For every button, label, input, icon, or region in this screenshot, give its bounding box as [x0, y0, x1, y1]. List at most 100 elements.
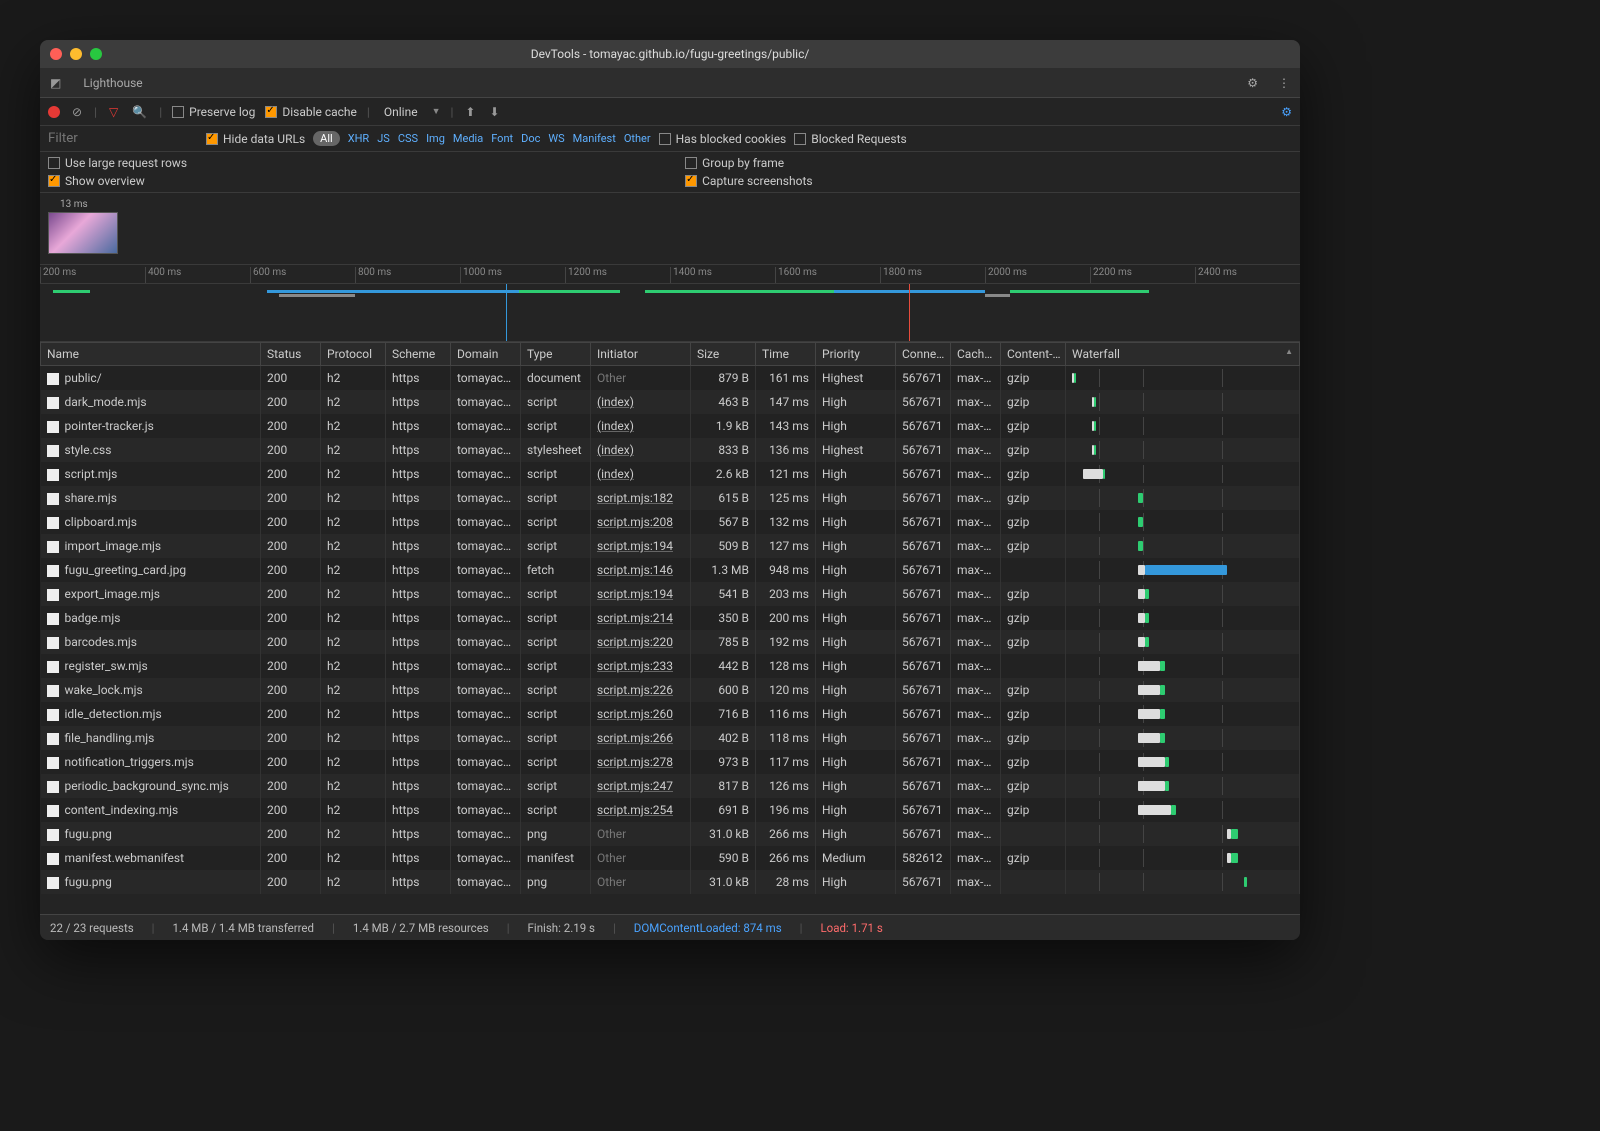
zoom-icon[interactable] — [90, 48, 102, 60]
preserve-log-checkbox[interactable]: Preserve log — [172, 105, 255, 119]
request-table[interactable]: NameStatusProtocolSchemeDomainTypeInitia… — [40, 342, 1300, 914]
col-priority[interactable]: Priority — [816, 343, 896, 366]
file-icon — [47, 637, 59, 649]
ruler-tick: 1800 ms — [880, 267, 985, 283]
col-domain[interactable]: Domain — [451, 343, 521, 366]
status-finish: Finish: 2.19 s — [528, 921, 595, 935]
table-row[interactable]: barcodes.mjs200h2httpstomayac…scriptscri… — [41, 630, 1300, 654]
col-status[interactable]: Status — [261, 343, 321, 366]
table-row[interactable]: public/200h2httpstomayac…documentOther87… — [41, 366, 1300, 391]
table-row[interactable]: pointer-tracker.js200h2httpstomayac…scri… — [41, 414, 1300, 438]
blocked-requests-checkbox[interactable]: Blocked Requests — [794, 132, 906, 146]
table-row[interactable]: clipboard.mjs200h2httpstomayac…scriptscr… — [41, 510, 1300, 534]
has-blocked-cookies-checkbox[interactable]: Has blocked cookies — [659, 132, 787, 146]
col-content[interactable]: Content-… — [1001, 343, 1066, 366]
col-name[interactable]: Name — [41, 343, 261, 366]
timeline-overview[interactable]: 200 ms400 ms600 ms800 ms1000 ms1200 ms14… — [40, 265, 1300, 342]
table-row[interactable]: share.mjs200h2httpstomayac…scriptscript.… — [41, 486, 1300, 510]
filter-type-all[interactable]: All — [313, 131, 340, 146]
table-row[interactable]: notification_triggers.mjs200h2httpstomay… — [41, 750, 1300, 774]
minimize-icon[interactable] — [70, 48, 82, 60]
filter-type-media[interactable]: Media — [453, 132, 483, 145]
table-row[interactable]: export_image.mjs200h2httpstomayac…script… — [41, 582, 1300, 606]
file-icon — [47, 469, 59, 481]
filter-type-css[interactable]: CSS — [398, 132, 418, 145]
filter-type-doc[interactable]: Doc — [521, 132, 540, 145]
ruler-tick: 800 ms — [355, 267, 460, 283]
filter-type-js[interactable]: JS — [377, 132, 390, 145]
traffic-lights — [50, 48, 102, 60]
search-icon[interactable]: 🔍 — [130, 105, 149, 119]
show-overview-checkbox[interactable]: Show overview — [48, 174, 645, 188]
filter-type-other[interactable]: Other — [624, 132, 651, 145]
status-load: Load: 1.71 s — [820, 921, 882, 935]
disable-cache-checkbox[interactable]: Disable cache — [265, 105, 357, 119]
col-cach[interactable]: Cach… — [951, 343, 1001, 366]
file-icon — [47, 829, 59, 841]
ruler-tick: 1400 ms — [670, 267, 775, 283]
hide-data-urls-checkbox[interactable]: Hide data URLs — [206, 132, 305, 146]
col-scheme[interactable]: Scheme — [386, 343, 451, 366]
file-icon — [47, 565, 59, 577]
more-icon[interactable]: ⋮ — [1268, 76, 1300, 90]
filter-type-font[interactable]: Font — [491, 132, 513, 145]
upload-icon[interactable]: ⬆ — [463, 105, 477, 119]
table-row[interactable]: file_handling.mjs200h2httpstomayac…scrip… — [41, 726, 1300, 750]
filter-type-manifest[interactable]: Manifest — [573, 132, 616, 145]
settings-icon[interactable]: ⚙ — [1237, 76, 1268, 90]
screenshot-thumbnail[interactable] — [48, 212, 118, 254]
table-row[interactable]: badge.mjs200h2httpstomayac…scriptscript.… — [41, 606, 1300, 630]
file-icon — [47, 493, 59, 505]
use-large-rows-checkbox[interactable]: Use large request rows — [48, 156, 645, 170]
filter-type-xhr[interactable]: XHR — [348, 132, 370, 145]
filter-type-ws[interactable]: WS — [548, 132, 564, 145]
clear-icon[interactable]: ⊘ — [70, 105, 84, 119]
record-icon[interactable] — [48, 106, 60, 118]
filter-type-img[interactable]: Img — [426, 132, 445, 145]
table-row[interactable]: manifest.webmanifest200h2httpstomayac…ma… — [41, 846, 1300, 870]
ruler-tick: 2200 ms — [1090, 267, 1195, 283]
filter-bar: Hide data URLs All XHR JS CSS Img Media Font Do… — [40, 126, 1300, 152]
file-icon — [47, 397, 59, 409]
col-protocol[interactable]: Protocol — [321, 343, 386, 366]
ruler-tick: 2400 ms — [1195, 267, 1300, 283]
download-icon[interactable]: ⬇ — [487, 105, 501, 119]
filter-input[interactable] — [48, 131, 198, 146]
file-icon — [47, 613, 59, 625]
table-row[interactable]: script.mjs200h2httpstomayac…script(index… — [41, 462, 1300, 486]
ruler-tick: 1600 ms — [775, 267, 880, 283]
inspect-icon[interactable]: ◩ — [40, 76, 71, 90]
network-settings-icon[interactable]: ⚙ — [1281, 105, 1292, 119]
table-row[interactable]: fugu.png200h2httpstomayac…pngOther31.0 k… — [41, 870, 1300, 894]
display-options: Use large request rows Show overview Gro… — [40, 152, 1300, 193]
devtools-window: DevTools - tomayac.github.io/fugu-greeti… — [40, 40, 1300, 940]
table-row[interactable]: periodic_background_sync.mjs200h2httpsto… — [41, 774, 1300, 798]
table-row[interactable]: fugu.png200h2httpstomayac…pngOther31.0 k… — [41, 822, 1300, 846]
table-row[interactable]: idle_detection.mjs200h2httpstomayac…scri… — [41, 702, 1300, 726]
throttle-select[interactable]: Online — [380, 105, 422, 119]
filter-icon[interactable]: ▽ — [107, 105, 120, 119]
blocked-requests-label: Blocked Requests — [811, 132, 906, 146]
col-waterfall[interactable]: Waterfall▲ — [1066, 343, 1300, 366]
disable-cache-label: Disable cache — [282, 105, 357, 119]
status-resources: 1.4 MB / 2.7 MB resources — [353, 921, 489, 935]
group-by-frame-checkbox[interactable]: Group by frame — [685, 156, 812, 170]
table-row[interactable]: register_sw.mjs200h2httpstomayac…scripts… — [41, 654, 1300, 678]
col-initiator[interactable]: Initiator — [591, 343, 691, 366]
table-row[interactable]: dark_mode.mjs200h2httpstomayac…script(in… — [41, 390, 1300, 414]
col-type[interactable]: Type — [521, 343, 591, 366]
file-icon — [47, 517, 59, 529]
table-row[interactable]: wake_lock.mjs200h2httpstomayac…scriptscr… — [41, 678, 1300, 702]
col-size[interactable]: Size — [691, 343, 756, 366]
chevron-down-icon[interactable]: ▼ — [432, 106, 441, 117]
col-conne[interactable]: Conne… — [896, 343, 951, 366]
table-row[interactable]: import_image.mjs200h2httpstomayac…script… — [41, 534, 1300, 558]
col-time[interactable]: Time — [756, 343, 816, 366]
capture-screenshots-checkbox[interactable]: Capture screenshots — [685, 174, 812, 188]
table-row[interactable]: fugu_greeting_card.jpg200h2httpstomayac…… — [41, 558, 1300, 582]
tab-lighthouse[interactable]: Lighthouse — [71, 70, 170, 96]
table-row[interactable]: content_indexing.mjs200h2httpstomayac…sc… — [41, 798, 1300, 822]
table-row[interactable]: style.css200h2httpstomayac…stylesheet(in… — [41, 438, 1300, 462]
file-icon — [47, 853, 59, 865]
close-icon[interactable] — [50, 48, 62, 60]
